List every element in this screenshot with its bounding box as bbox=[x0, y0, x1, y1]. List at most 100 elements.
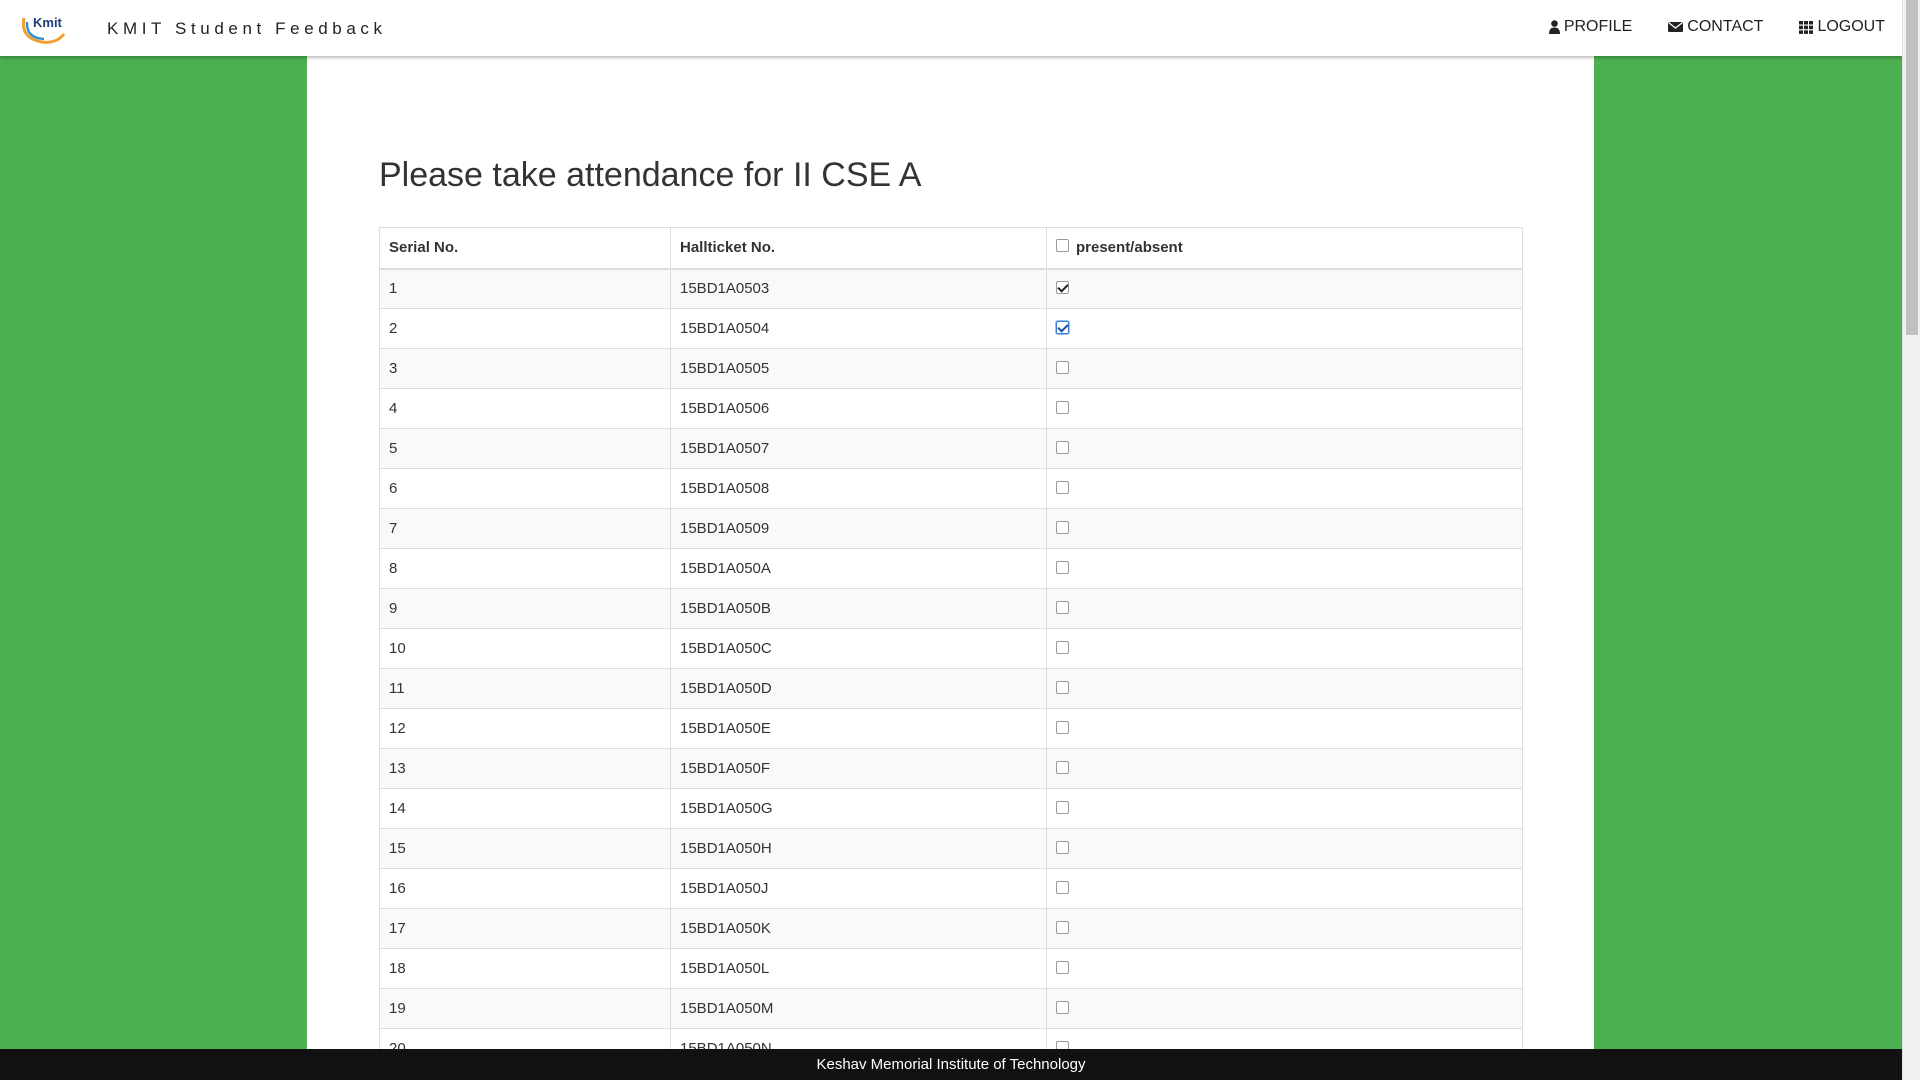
serial-cell: 3 bbox=[379, 348, 671, 389]
present-checkbox[interactable] bbox=[1056, 720, 1069, 734]
header-present: present/absent bbox=[1046, 227, 1523, 270]
svg-text:Kmit: Kmit bbox=[33, 15, 63, 30]
present-cell bbox=[1046, 308, 1523, 349]
hallticket-cell: 15BD1A0505 bbox=[670, 348, 1047, 389]
attendance-table-body: 1 15BD1A0503 2 15BD1A0504 3 15BD1A0505 4 15BD1A… bbox=[379, 268, 1523, 1069]
table-row: 4 15BD1A0506 bbox=[379, 388, 1523, 429]
header-serial: Serial No. bbox=[379, 227, 671, 270]
present-cell bbox=[1046, 468, 1523, 509]
hallticket-cell: 15BD1A050H bbox=[670, 828, 1047, 869]
present-checkbox[interactable] bbox=[1056, 480, 1069, 494]
select-all-checkbox[interactable] bbox=[1056, 238, 1069, 252]
hallticket-cell: 15BD1A050E bbox=[670, 708, 1047, 749]
present-checkbox[interactable] bbox=[1056, 280, 1069, 294]
table-row: 8 15BD1A050A bbox=[379, 548, 1523, 589]
present-cell bbox=[1046, 668, 1523, 709]
present-checkbox[interactable] bbox=[1056, 440, 1069, 454]
table-row: 14 15BD1A050G bbox=[379, 788, 1523, 829]
present-checkbox[interactable] bbox=[1056, 1000, 1069, 1014]
present-checkbox[interactable] bbox=[1056, 560, 1069, 574]
serial-cell: 1 bbox=[379, 268, 671, 309]
table-row: 13 15BD1A050F bbox=[379, 748, 1523, 789]
hallticket-cell: 15BD1A050C bbox=[670, 628, 1047, 669]
header-present-label: present/absent bbox=[1076, 239, 1183, 257]
scrollbar-thumb[interactable] bbox=[1906, 0, 1918, 335]
present-cell bbox=[1046, 348, 1523, 389]
page-scrollbar[interactable] bbox=[1902, 0, 1920, 1080]
hallticket-cell: 15BD1A050G bbox=[670, 788, 1047, 829]
table-row: 7 15BD1A0509 bbox=[379, 508, 1523, 549]
nav-profile-link[interactable]: PROFILE bbox=[1548, 18, 1633, 36]
nav-contact-label: CONTACT bbox=[1687, 18, 1764, 35]
nav-profile-label: PROFILE bbox=[1563, 18, 1633, 35]
present-checkbox[interactable] bbox=[1056, 360, 1069, 374]
table-row: 2 15BD1A0504 bbox=[379, 308, 1523, 349]
header-hallticket: Hallticket No. bbox=[670, 227, 1047, 270]
present-cell bbox=[1046, 388, 1523, 429]
present-cell bbox=[1046, 748, 1523, 789]
hallticket-cell: 15BD1A0504 bbox=[670, 308, 1047, 349]
present-checkbox[interactable] bbox=[1056, 840, 1069, 854]
present-checkbox[interactable] bbox=[1056, 640, 1069, 654]
hallticket-cell: 15BD1A0503 bbox=[670, 268, 1047, 309]
table-row: 11 15BD1A050D bbox=[379, 668, 1523, 709]
nav-logout-label: LOGOUT bbox=[1817, 18, 1885, 35]
kmit-logo[interactable]: Kmit bbox=[18, 8, 70, 48]
present-cell bbox=[1046, 548, 1523, 589]
attendance-table: Serial No. Hallticket No. present/absent… bbox=[379, 227, 1523, 1069]
table-row: 19 15BD1A050M bbox=[379, 988, 1523, 1029]
serial-cell: 8 bbox=[379, 548, 671, 589]
present-checkbox[interactable] bbox=[1056, 800, 1069, 814]
serial-cell: 18 bbox=[379, 948, 671, 989]
table-row: 6 15BD1A0508 bbox=[379, 468, 1523, 509]
present-cell bbox=[1046, 868, 1523, 909]
nav-logout-link[interactable]: LOGOUT bbox=[1799, 18, 1885, 36]
hallticket-cell: 15BD1A0508 bbox=[670, 468, 1047, 509]
nav-links: PROFILE CONTACT LOGOUT bbox=[1548, 18, 1885, 36]
hallticket-cell: 15BD1A050K bbox=[670, 908, 1047, 949]
present-checkbox[interactable] bbox=[1056, 520, 1069, 534]
present-cell bbox=[1046, 508, 1523, 549]
hallticket-cell: 15BD1A050D bbox=[670, 668, 1047, 709]
present-checkbox[interactable] bbox=[1056, 880, 1069, 894]
serial-cell: 2 bbox=[379, 308, 671, 349]
present-checkbox[interactable] bbox=[1056, 960, 1069, 974]
hallticket-cell: 15BD1A050B bbox=[670, 588, 1047, 629]
nav-contact-link[interactable]: CONTACT bbox=[1668, 18, 1763, 36]
page-title: Please take attendance for II CSE A bbox=[379, 156, 922, 194]
serial-cell: 17 bbox=[379, 908, 671, 949]
present-checkbox[interactable] bbox=[1056, 760, 1069, 774]
present-cell bbox=[1046, 988, 1523, 1029]
hallticket-cell: 15BD1A0506 bbox=[670, 388, 1047, 429]
serial-cell: 10 bbox=[379, 628, 671, 669]
serial-cell: 14 bbox=[379, 788, 671, 829]
table-row: 18 15BD1A050L bbox=[379, 948, 1523, 989]
footer-text: Keshav Memorial Institute of Technology bbox=[816, 1056, 1086, 1073]
present-checkbox[interactable] bbox=[1056, 400, 1069, 414]
user-icon bbox=[1548, 20, 1560, 34]
present-checkbox[interactable] bbox=[1056, 320, 1069, 334]
hallticket-cell: 15BD1A0509 bbox=[670, 508, 1047, 549]
present-cell bbox=[1046, 948, 1523, 989]
present-cell bbox=[1046, 428, 1523, 469]
serial-cell: 6 bbox=[379, 468, 671, 509]
present-cell bbox=[1046, 588, 1523, 629]
present-cell bbox=[1046, 708, 1523, 749]
hallticket-cell: 15BD1A050M bbox=[670, 988, 1047, 1029]
present-checkbox[interactable] bbox=[1056, 680, 1069, 694]
serial-cell: 7 bbox=[379, 508, 671, 549]
present-cell bbox=[1046, 828, 1523, 869]
brand-title[interactable]: KMIT Student Feedback bbox=[107, 19, 387, 39]
present-checkbox[interactable] bbox=[1056, 600, 1069, 614]
hallticket-cell: 15BD1A050F bbox=[670, 748, 1047, 789]
table-row: 15 15BD1A050H bbox=[379, 828, 1523, 869]
present-cell bbox=[1046, 788, 1523, 829]
table-row: 3 15BD1A0505 bbox=[379, 348, 1523, 389]
table-row: 12 15BD1A050E bbox=[379, 708, 1523, 749]
serial-cell: 5 bbox=[379, 428, 671, 469]
table-row: 17 15BD1A050K bbox=[379, 908, 1523, 949]
present-checkbox[interactable] bbox=[1056, 920, 1069, 934]
table-row: 1 15BD1A0503 bbox=[379, 268, 1523, 309]
hallticket-cell: 15BD1A050J bbox=[670, 868, 1047, 909]
serial-cell: 12 bbox=[379, 708, 671, 749]
